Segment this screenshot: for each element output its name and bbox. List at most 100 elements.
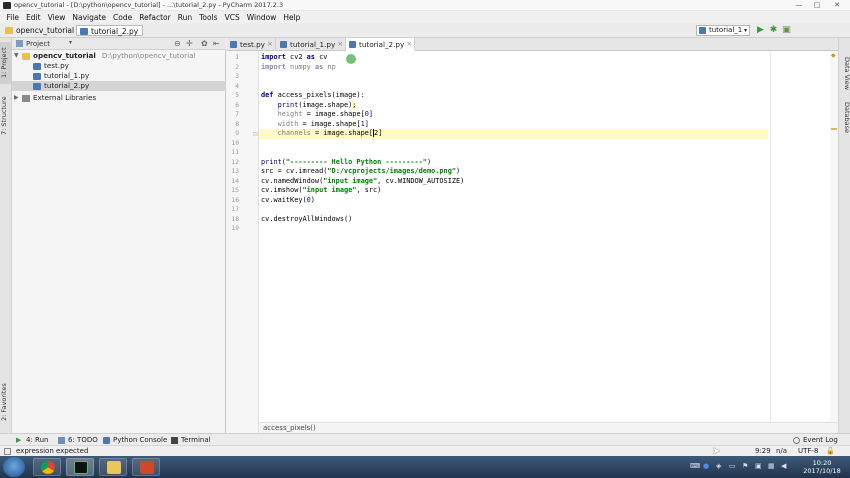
python-file-icon <box>33 63 41 70</box>
project-tool-tab[interactable]: 1: Project <box>0 42 12 84</box>
tree-item-external-libraries[interactable]: ▶ External Libraries <box>12 93 226 103</box>
menu-run[interactable]: Run <box>174 13 195 22</box>
start-button[interactable] <box>3 457 25 477</box>
python-file-icon <box>230 41 237 48</box>
code-line-16: cv.waitKey(0) <box>261 195 315 204</box>
project-panel-title[interactable]: Project <box>26 40 50 48</box>
tab-label: tutorial_1.py <box>290 40 336 49</box>
tray-keyboard-icon[interactable]: ▭ <box>729 462 736 470</box>
tree-item-test-py[interactable]: test.py <box>12 61 226 71</box>
terminal-label: Terminal <box>181 436 211 444</box>
right-tool-strip: Data View Database <box>838 38 850 433</box>
todo-tool-button[interactable]: 6: TODO <box>58 435 98 445</box>
tree-item-root[interactable]: ▼ opencv_tutorial D:\python\opencv_tutori… <box>12 51 226 61</box>
close-window-button[interactable]: ✕ <box>830 1 844 10</box>
tab-tutorial-1[interactable]: tutorial_1.py × <box>277 38 347 51</box>
tree-item-label: tutorial_2.py <box>44 81 90 90</box>
chevron-right-icon[interactable]: ▶ <box>14 93 19 103</box>
toggle-tool-windows-icon[interactable] <box>4 448 11 455</box>
tray-network-icon[interactable]: ▦ <box>768 462 775 470</box>
structure-tool-tab[interactable]: 7: Structure <box>0 92 12 140</box>
line-separator[interactable]: n/a <box>776 447 787 455</box>
close-icon[interactable]: × <box>406 38 412 51</box>
project-panel-header: Project ▾ ⊖ ✛ ✿ ⇤ <box>12 38 226 50</box>
taskbar-clock[interactable]: 10:20 2017/10/18 <box>800 459 844 475</box>
warning-icon[interactable]: ◆ <box>831 52 836 59</box>
tab-test-py[interactable]: test.py × <box>227 38 276 51</box>
scroll-from-source-icon[interactable]: ✛ <box>186 39 193 48</box>
minimize-button[interactable]: — <box>792 1 806 10</box>
os-taskbar: ⌨ ● ◈ ▭ ⚑ ▣ ▦ ◀ 10:20 2017/10/18 <box>0 456 850 478</box>
tray-volume-icon[interactable]: ◀ <box>781 462 786 470</box>
tab-tutorial-2[interactable]: tutorial_2.py × <box>346 38 416 51</box>
line-number: 13 <box>231 168 239 175</box>
favorites-tool-tab[interactable]: 2: Favorites <box>0 378 12 426</box>
tray-monitor-icon[interactable]: ▣ <box>755 462 762 470</box>
tray-shield-icon[interactable]: ◈ <box>716 462 721 470</box>
event-log-button[interactable]: Event Log <box>793 435 838 445</box>
tray-flag-icon[interactable]: ⚑ <box>742 462 748 470</box>
line-number: 19 <box>231 225 239 232</box>
code-line-1: import cv2 as cv <box>261 53 328 61</box>
fold-marker-icon[interactable]: ⊟ <box>253 131 258 138</box>
menu-view[interactable]: View <box>44 13 69 22</box>
database-tool-tab[interactable]: Database <box>839 100 850 136</box>
tray-ime-icon[interactable]: ⌨ <box>690 462 700 470</box>
editor-tab-bar: test.py × tutorial_1.py × tutorial_2.py … <box>227 38 849 51</box>
close-icon[interactable]: × <box>267 38 273 51</box>
nav-crumb-project[interactable]: opencv_tutorial <box>2 25 78 36</box>
run-tool-button[interactable]: ▶ 4: Run <box>16 435 48 445</box>
menu-refactor[interactable]: Refactor <box>136 13 174 22</box>
code-line-5: def access_pixels(image): <box>261 91 365 99</box>
maximize-button[interactable]: □ <box>810 1 824 10</box>
tray-help-icon[interactable]: ● <box>703 462 709 470</box>
coverage-icon[interactable]: ▣ <box>781 25 792 36</box>
menu-navigate[interactable]: Navigate <box>69 13 110 22</box>
menu-help[interactable]: Help <box>280 13 304 22</box>
taskbar-explorer[interactable] <box>99 458 127 476</box>
menu-tools[interactable]: Tools <box>196 13 221 22</box>
run-icon[interactable]: ▶ <box>755 25 766 36</box>
event-log-icon <box>793 437 800 444</box>
python-console-tool-button[interactable]: Python Console <box>103 435 167 445</box>
tree-item-tutorial-1[interactable]: tutorial_1.py <box>12 71 226 81</box>
tree-item-label: test.py <box>44 61 69 70</box>
taskbar-chrome[interactable] <box>33 458 61 476</box>
todo-tool-label: 6: TODO <box>68 436 98 444</box>
line-number: 10 <box>231 139 239 147</box>
menu-bar: File Edit View Navigate Code Refactor Ru… <box>0 11 850 23</box>
folder-icon <box>107 461 121 474</box>
debug-icon[interactable]: ✱ <box>768 25 779 36</box>
powerpoint-icon <box>140 461 154 474</box>
menu-edit[interactable]: Edit <box>23 13 45 22</box>
error-marker[interactable] <box>831 128 837 130</box>
tree-item-tutorial-2[interactable]: tutorial_2.py <box>12 81 226 91</box>
menu-vcs[interactable]: VCS <box>221 13 243 22</box>
chevron-down-icon[interactable]: ▼ <box>14 51 19 61</box>
collapse-all-icon[interactable]: ⊖ <box>174 39 181 48</box>
library-icon <box>22 95 30 102</box>
code-editor[interactable]: import cv2 as cv import numpy as np def … <box>259 51 770 433</box>
python-file-icon <box>699 27 706 34</box>
mouse-pointer-icon: ➤ <box>712 446 721 457</box>
chevron-down-icon[interactable]: ▾ <box>69 39 72 46</box>
tab-label: tutorial_2.py <box>359 40 405 49</box>
data-view-tool-tab[interactable]: Data View <box>839 54 850 94</box>
project-panel: Project ▾ ⊖ ✛ ✿ ⇤ ▼ opencv_tutorial D:\py… <box>12 38 226 433</box>
line-number: 12 <box>231 158 239 166</box>
menu-window[interactable]: Window <box>243 13 280 22</box>
caret-position[interactable]: 9:29 <box>755 447 771 455</box>
bottom-tool-bar: ▶ 4: Run 6: TODO Python Console Terminal… <box>0 433 850 445</box>
file-encoding[interactable]: UTF-8 <box>798 447 821 455</box>
nav-crumb-file[interactable]: tutorial_2.py <box>76 25 144 36</box>
taskbar-pycharm[interactable] <box>66 458 94 476</box>
close-icon[interactable]: × <box>337 38 343 51</box>
editor-breadcrumb[interactable]: access_pixels() <box>263 424 316 432</box>
terminal-tool-button[interactable]: Terminal <box>171 435 211 445</box>
hide-panel-icon[interactable]: ⇤ <box>213 39 220 48</box>
lock-icon[interactable]: 🔓 <box>826 447 835 455</box>
menu-file[interactable]: File <box>3 13 23 22</box>
taskbar-powerpoint[interactable] <box>132 458 160 476</box>
menu-code[interactable]: Code <box>110 13 136 22</box>
gear-icon[interactable]: ✿ <box>201 39 208 48</box>
